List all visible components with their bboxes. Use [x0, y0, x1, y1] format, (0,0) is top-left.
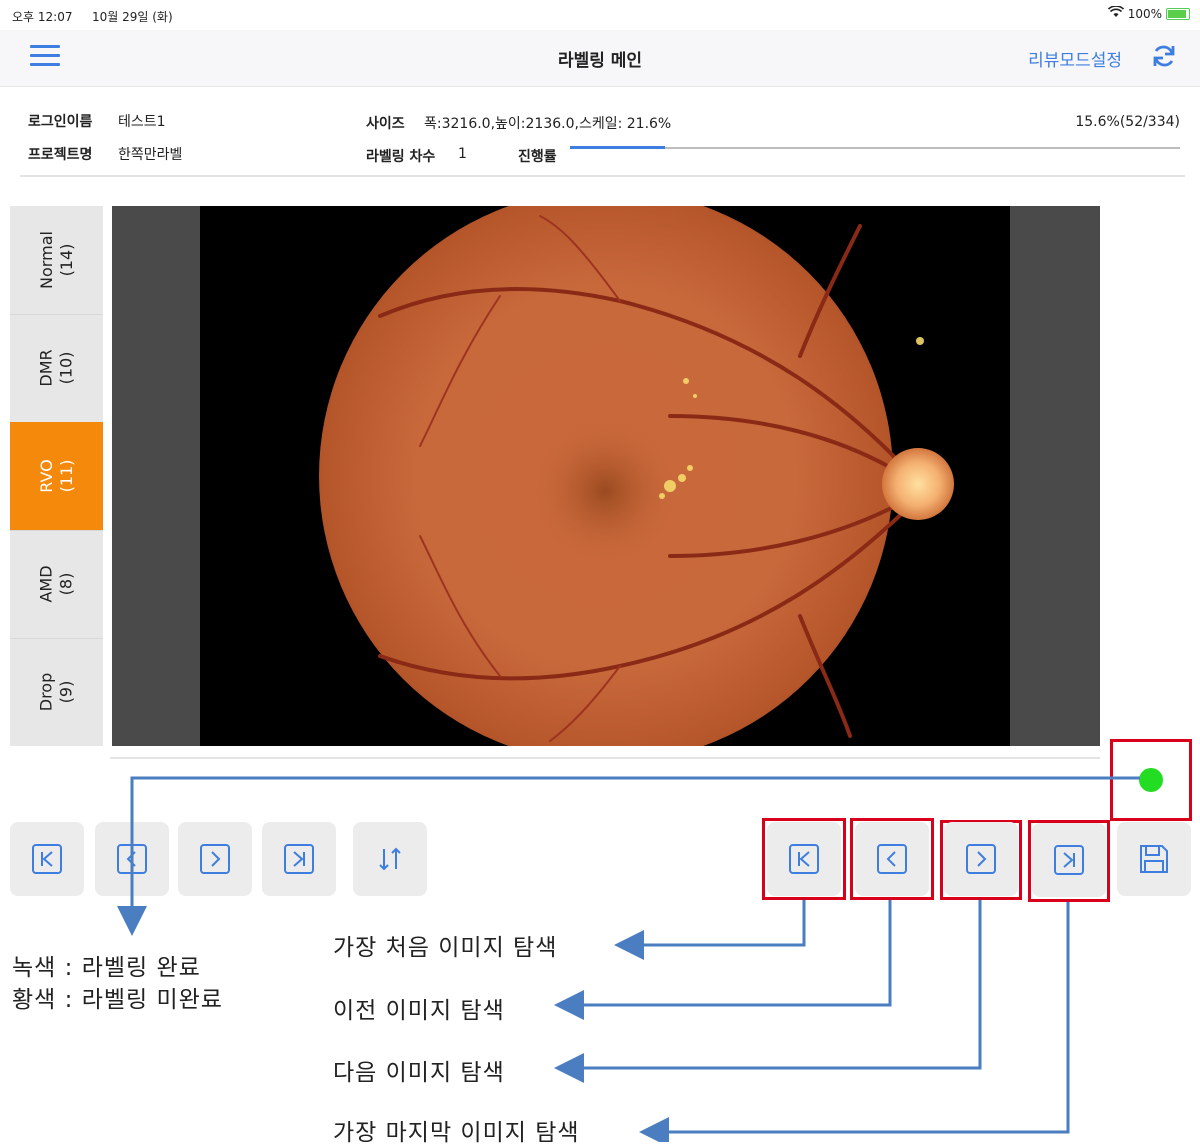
legend-green-text: 녹색 : 라벨링 완료 [12, 955, 201, 981]
legend-yellow-text: 황색 : 라벨링 미완료 [12, 987, 223, 1013]
next-image-caption: 다음 이미지 탐색 [333, 1060, 505, 1086]
first-image-caption: 가장 처음 이미지 탐색 [333, 935, 558, 961]
prev-image-caption: 이전 이미지 탐색 [333, 998, 505, 1024]
